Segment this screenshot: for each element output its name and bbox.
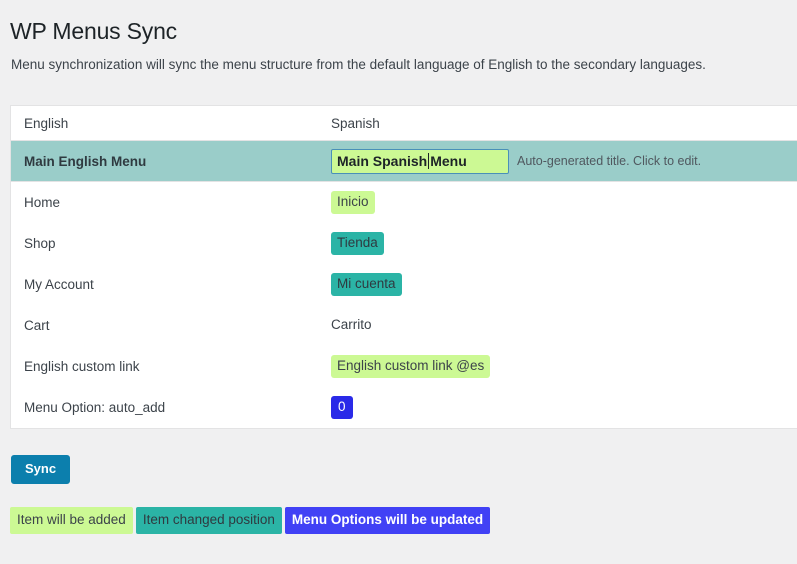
page-description: Menu synchronization will sync the menu … bbox=[11, 55, 706, 75]
menu-sync-table: English Spanish Main English Menu Main S… bbox=[10, 105, 797, 429]
row-spanish-value: 0 bbox=[331, 396, 353, 419]
row-spanish-value: Carrito bbox=[331, 314, 372, 337]
menu-title-spanish-cell: Main SpanishMenu Auto-generated title. C… bbox=[331, 149, 797, 174]
menu-title-input-text-after-caret: Menu bbox=[430, 153, 467, 169]
menu-title-input-text-before-caret: Main Spanish bbox=[337, 153, 427, 169]
row-spanish-cell: English custom link @es bbox=[331, 355, 797, 378]
menu-title-english: Main English Menu bbox=[11, 154, 331, 169]
row-english-label: Shop bbox=[11, 236, 331, 251]
table-row: Menu Option: auto_add0 bbox=[11, 387, 797, 428]
column-header-english: English bbox=[11, 116, 331, 131]
table-row: HomeInicio bbox=[11, 182, 797, 223]
row-spanish-value: Inicio bbox=[331, 191, 375, 214]
menu-title-input[interactable]: Main SpanishMenu bbox=[331, 149, 509, 174]
row-english-label: Cart bbox=[11, 318, 331, 333]
menu-title-row: Main English Menu Main SpanishMenu Auto-… bbox=[11, 141, 797, 182]
sync-button[interactable]: Sync bbox=[11, 455, 70, 484]
table-row: CartCarrito bbox=[11, 305, 797, 346]
row-spanish-cell: 0 bbox=[331, 396, 797, 419]
menu-title-hint: Auto-generated title. Click to edit. bbox=[517, 154, 701, 168]
row-english-label: My Account bbox=[11, 277, 331, 292]
table-body: HomeInicioShopTiendaMy AccountMi cuentaC… bbox=[11, 182, 797, 428]
row-spanish-cell: Inicio bbox=[331, 191, 797, 214]
text-caret bbox=[428, 153, 429, 169]
row-english-label: Menu Option: auto_add bbox=[11, 400, 331, 415]
row-spanish-cell: Carrito bbox=[331, 314, 797, 337]
row-spanish-cell: Tienda bbox=[331, 232, 797, 255]
row-spanish-value: English custom link @es bbox=[331, 355, 490, 378]
table-row: English custom linkEnglish custom link @… bbox=[11, 346, 797, 387]
page-title: WP Menus Sync bbox=[10, 8, 177, 51]
row-spanish-value: Mi cuenta bbox=[331, 273, 402, 296]
table-row: My AccountMi cuenta bbox=[11, 264, 797, 305]
legend-item-moved: Item changed position bbox=[136, 507, 282, 534]
legend-item-added: Item will be added bbox=[10, 507, 133, 534]
legend-item-option: Menu Options will be updated bbox=[285, 507, 490, 534]
wp-menus-sync-page: WP Menus Sync Menu synchronization will … bbox=[0, 0, 797, 564]
legend: Item will be addedItem changed positionM… bbox=[10, 507, 490, 534]
row-english-label: English custom link bbox=[11, 359, 331, 374]
table-row: ShopTienda bbox=[11, 223, 797, 264]
table-header-row: English Spanish bbox=[11, 106, 797, 141]
row-english-label: Home bbox=[11, 195, 331, 210]
column-header-spanish: Spanish bbox=[331, 116, 797, 131]
row-spanish-cell: Mi cuenta bbox=[331, 273, 797, 296]
row-spanish-value: Tienda bbox=[331, 232, 384, 255]
